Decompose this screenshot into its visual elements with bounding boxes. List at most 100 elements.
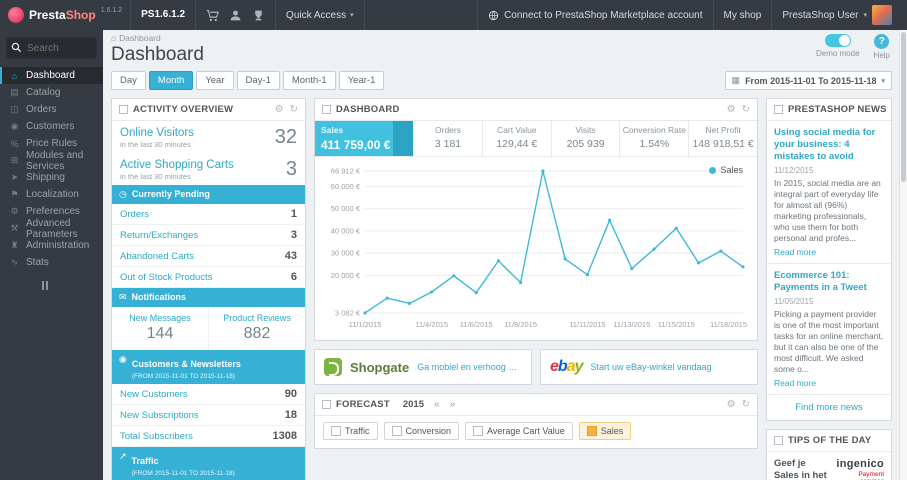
sidebar-item-modules-and-services[interactable]: ⊞ Modules and Services <box>0 150 103 172</box>
panel-caret-icon <box>322 400 331 409</box>
read-more-link[interactable]: Read more <box>774 378 884 388</box>
news-article: Using social media for your business: 4 … <box>767 121 891 264</box>
out-of-stock-link[interactable]: Out of Stock Products <box>120 272 212 283</box>
forecast-option-average-cart-value[interactable]: Average Cart Value <box>465 422 573 440</box>
date-range-picker[interactable]: ▦ From 2015-11-01 To 2015-11-18 ▾ <box>724 71 892 90</box>
notifications-header: ✉ Notifications <box>112 288 305 307</box>
online-visitors-link[interactable]: Online Visitors <box>120 127 194 139</box>
active-carts-link[interactable]: Active Shopping Carts <box>120 159 234 171</box>
returns-link[interactable]: Return/Exchanges <box>120 230 198 241</box>
kpi-conversion-rate[interactable]: Conversion Rate 1.54% <box>619 121 688 156</box>
cart-icon[interactable] <box>206 9 220 22</box>
news-article-title-link[interactable]: Using social media for your business: 4 … <box>774 127 884 163</box>
news-article-date: 11/05/2015 <box>774 296 814 306</box>
forecast-panel: FORECAST 2015 « » ⚙ ↻ Traffic Conversion… <box>314 393 758 449</box>
svg-text:66 912 €: 66 912 € <box>331 167 361 176</box>
main-menu: ⌂ Dashboard ▤ Catalog ◫ Orders ◉ Customers %… <box>0 67 103 271</box>
tab-day-1[interactable]: Day-1 <box>236 71 280 90</box>
gear-icon[interactable]: ⚙ <box>727 104 736 115</box>
new-subscriptions-link[interactable]: New Subscriptions <box>120 410 199 421</box>
shipping-icon: ➤ <box>10 172 19 182</box>
trophy-icon[interactable] <box>252 9 265 22</box>
total-subscribers-link[interactable]: Total Subscribers <box>120 431 193 442</box>
kpi-net-profit[interactable]: Net Profit 148 918,51 € <box>688 121 757 156</box>
forecast-year[interactable]: 2015 <box>403 399 424 410</box>
scrollbar-thumb[interactable] <box>901 32 906 182</box>
sidebar-item-stats[interactable]: ∿ Stats <box>0 254 103 271</box>
dashboard-icon: ⌂ <box>11 70 18 81</box>
user-menu[interactable]: PrestaShop User ▾ <box>771 0 907 30</box>
forecast-option-sales[interactable]: Sales <box>578 422 632 440</box>
forecast-option-traffic[interactable]: Traffic <box>323 422 378 440</box>
scrollbar[interactable] <box>899 30 907 480</box>
forecast-option-conversion[interactable]: Conversion <box>383 422 460 440</box>
gear-icon[interactable]: ⚙ <box>275 104 284 115</box>
ebay-ad[interactable]: ebay Start uw eBay-winkel vandaag <box>540 349 758 385</box>
new-customers-link[interactable]: New Customers <box>120 389 188 400</box>
panel-caret-icon <box>322 105 331 114</box>
my-shop-link[interactable]: My shop <box>712 0 772 30</box>
panel-caret-icon <box>774 105 783 114</box>
next-year-icon[interactable]: » <box>450 399 456 410</box>
orders-link[interactable]: Orders <box>120 209 149 220</box>
abandoned-carts-link[interactable]: Abandoned Carts <box>120 251 194 262</box>
shop-name-link[interactable]: PS1.6.1.2 <box>130 0 197 30</box>
prestashop-news-panel: PRESTASHOP NEWS Using social media for y… <box>766 98 892 421</box>
news-article-title-link[interactable]: Ecommerce 101: Payments in a Tweet <box>774 270 884 294</box>
sidebar-collapse-button[interactable] <box>42 281 103 290</box>
advanced-parameters-icon: ⚒ <box>10 223 19 233</box>
shopgate-link[interactable]: Ga mobiel en verhoog uw omzet <box>417 362 522 372</box>
customers-icon[interactable] <box>229 9 242 22</box>
refresh-icon[interactable]: ↻ <box>290 104 298 115</box>
sidebar-item-orders[interactable]: ◫ Orders <box>0 101 103 118</box>
sidebar-item-dashboard[interactable]: ⌂ Dashboard <box>0 67 103 84</box>
ebay-link[interactable]: Start uw eBay-winkel vandaag <box>591 362 712 372</box>
shopgate-logo-text: Shopgate <box>350 359 410 375</box>
svg-text:11/18/2015: 11/18/2015 <box>710 320 747 329</box>
shopgate-logo-icon <box>324 358 342 376</box>
shopgate-ad[interactable]: Shopgate Ga mobiel en verhoog uw omzet <box>314 349 532 385</box>
kpi-orders[interactable]: Orders 3 181 <box>413 121 482 156</box>
tab-year[interactable]: Year <box>196 71 234 90</box>
product-reviews-cell[interactable]: Product Reviews 882 <box>209 307 305 350</box>
period-toolbar: Day Month Year Day-1 Month-1 Year-1 ▦ Fr… <box>111 71 892 90</box>
find-more-news-link[interactable]: Find more news <box>767 395 891 420</box>
version-label: 1.6.1.2 <box>100 7 123 14</box>
sidebar-item-shipping[interactable]: ➤ Shipping <box>0 169 103 186</box>
sidebar-item-localization[interactable]: ⚑ Localization <box>0 186 103 203</box>
sidebar-item-customers[interactable]: ◉ Customers <box>0 118 103 135</box>
marketplace-connect-link[interactable]: Connect to PrestaShop Marketplace accoun… <box>477 0 712 30</box>
panel-title: PRESTASHOP NEWS <box>788 104 887 115</box>
localization-icon: ⚑ <box>10 189 19 199</box>
refresh-icon[interactable]: ↻ <box>742 399 750 410</box>
svg-text:50 000 €: 50 000 € <box>331 204 361 213</box>
kpi-visits[interactable]: Visits 205 939 <box>550 121 620 156</box>
previous-year-icon[interactable]: « <box>434 399 440 410</box>
refresh-icon[interactable]: ↻ <box>742 104 750 115</box>
sales-detail-box <box>393 121 414 156</box>
sidebar: ⌂Dashboard ▤Catalog ◫Orders ◉Customers %… <box>0 30 103 480</box>
topbar-right: Connect to PrestaShop Marketplace accoun… <box>477 0 907 30</box>
sidebar-item-catalog[interactable]: ▤ Catalog <box>0 84 103 101</box>
quick-access-menu[interactable]: Quick Access ▾ <box>275 0 365 30</box>
tab-day[interactable]: Day <box>111 71 146 90</box>
kpi-cart-value[interactable]: Cart Value 129,44 € <box>481 121 551 156</box>
administration-icon: ♜ <box>10 240 19 250</box>
prestashop-logo[interactable]: PrestaShop 1.6.1.2 <box>0 5 130 25</box>
panel-caret-icon <box>774 435 783 445</box>
sidebar-item-administration[interactable]: ♜ Administration <box>0 237 103 254</box>
header-controls: Demo mode ? Help <box>816 34 890 60</box>
svg-text:11/15/2015: 11/15/2015 <box>658 320 695 329</box>
demo-mode-toggle[interactable] <box>824 34 851 47</box>
new-messages-cell[interactable]: New Messages 144 <box>112 307 209 350</box>
tab-month-1[interactable]: Month-1 <box>282 71 336 90</box>
news-article-body: Picking a payment provider is one of the… <box>774 308 884 374</box>
gear-icon[interactable]: ⚙ <box>727 399 736 410</box>
kpi-sales[interactable]: Sales 411 759,00 € <box>315 121 414 156</box>
tab-year-1[interactable]: Year-1 <box>338 71 385 90</box>
sidebar-item-advanced-parameters[interactable]: ⚒ Advanced Parameters <box>0 218 103 240</box>
pending-row-out-of-stock: Out of Stock Products 6 <box>112 267 305 288</box>
help-icon[interactable]: ? <box>874 34 890 49</box>
read-more-link[interactable]: Read more <box>774 247 884 257</box>
tab-month[interactable]: Month <box>148 71 194 90</box>
